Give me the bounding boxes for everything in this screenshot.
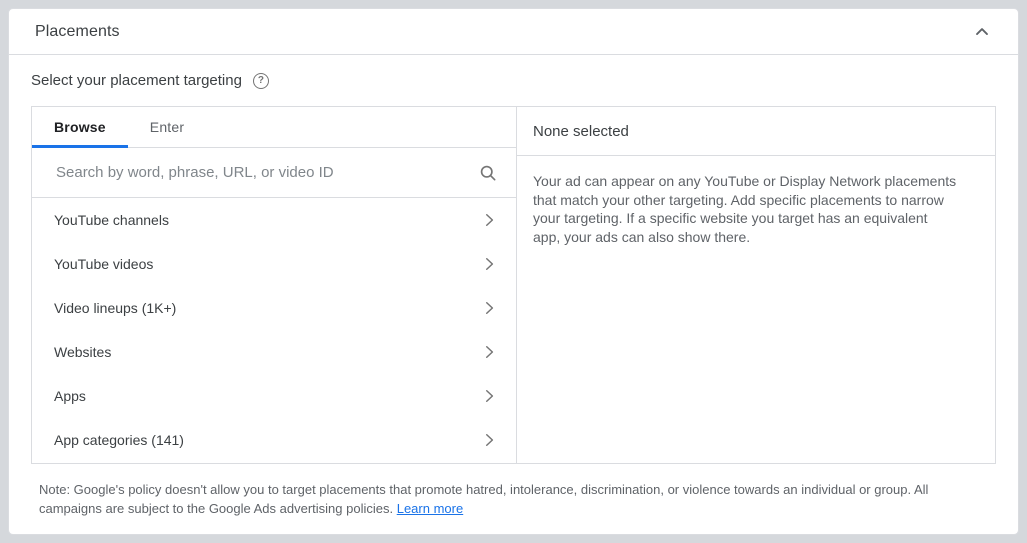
collapse-button[interactable] bbox=[970, 20, 994, 44]
list-item-app-categories[interactable]: App categories (141) bbox=[32, 418, 516, 462]
chevron-right-icon bbox=[480, 343, 498, 361]
targeting-label: Select your placement targeting bbox=[31, 72, 242, 89]
tab-enter[interactable]: Enter bbox=[128, 107, 206, 147]
chevron-right-icon bbox=[480, 431, 498, 449]
tab-browse-label: Browse bbox=[54, 119, 106, 135]
picker-tabs: Browse Enter bbox=[32, 107, 516, 148]
list-item-label: Apps bbox=[54, 388, 86, 404]
placements-card: Placements Select your placement targeti… bbox=[8, 8, 1019, 535]
placements-body: Select your placement targeting ? Browse… bbox=[9, 55, 1018, 518]
list-item-label: Video lineups (1K+) bbox=[54, 300, 176, 316]
list-item-youtube-channels[interactable]: YouTube channels bbox=[32, 198, 516, 242]
placements-header: Placements bbox=[9, 9, 1018, 55]
list-item-label: Websites bbox=[54, 344, 111, 360]
tab-browse[interactable]: Browse bbox=[32, 107, 128, 147]
list-item-websites[interactable]: Websites bbox=[32, 330, 516, 374]
list-item-video-lineups[interactable]: Video lineups (1K+) bbox=[32, 286, 516, 330]
policy-note: Note: Google's policy doesn't allow you … bbox=[31, 480, 996, 518]
selection-pane: None selected Your ad can appear on any … bbox=[517, 107, 995, 463]
list-item-label: App categories (141) bbox=[54, 432, 184, 448]
list-item-youtube-videos[interactable]: YouTube videos bbox=[32, 242, 516, 286]
policy-note-text: Note: Google's policy doesn't allow you … bbox=[39, 482, 928, 516]
chevron-right-icon bbox=[480, 387, 498, 405]
list-item-label: YouTube videos bbox=[54, 256, 153, 272]
help-icon[interactable]: ? bbox=[253, 73, 269, 89]
chevron-right-icon bbox=[480, 211, 498, 229]
category-list: YouTube channels YouTube videos bbox=[32, 198, 516, 463]
search-icon bbox=[478, 163, 498, 183]
chevron-up-icon bbox=[972, 22, 992, 42]
search-row bbox=[32, 148, 516, 198]
selection-header: None selected bbox=[517, 107, 995, 156]
chevron-right-icon bbox=[480, 299, 498, 317]
page-title: Placements bbox=[35, 23, 120, 41]
placement-picker: Browse Enter bbox=[31, 106, 996, 464]
tab-enter-label: Enter bbox=[150, 119, 184, 135]
learn-more-link[interactable]: Learn more bbox=[397, 501, 463, 516]
list-item-apps[interactable]: Apps bbox=[32, 374, 516, 418]
selection-description: Your ad can appear on any YouTube or Dis… bbox=[517, 156, 973, 246]
chevron-right-icon bbox=[480, 255, 498, 273]
list-item-label: YouTube channels bbox=[54, 212, 169, 228]
browse-pane: Browse Enter bbox=[32, 107, 517, 463]
search-input[interactable] bbox=[54, 163, 478, 182]
targeting-label-row: Select your placement targeting ? bbox=[31, 72, 996, 89]
